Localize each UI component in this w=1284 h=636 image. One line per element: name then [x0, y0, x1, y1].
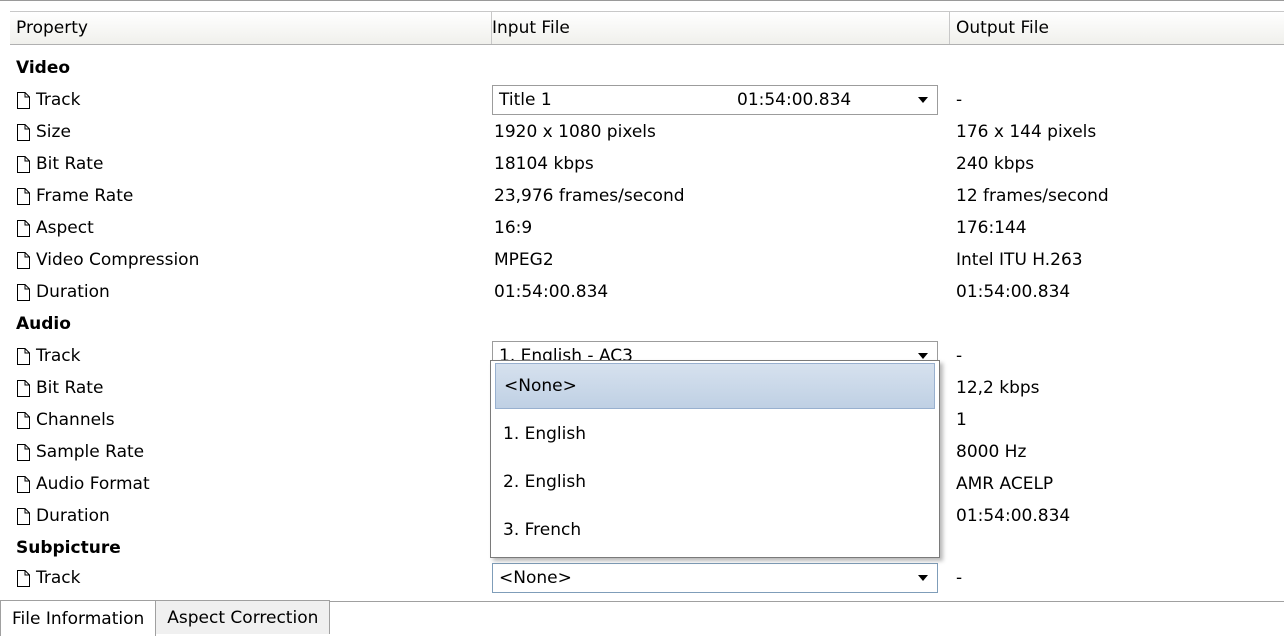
document-icon — [16, 220, 30, 237]
video-framerate-row: Frame Rate 23,976 frames/second 12 frame… — [10, 180, 1284, 212]
document-icon — [16, 508, 30, 525]
column-output-file[interactable]: Output File — [950, 12, 1284, 44]
column-header: Property Input File Output File — [10, 11, 1284, 45]
property-label: Aspect — [36, 218, 94, 238]
video-track-combo[interactable]: Title 1 01:54:00.834 — [492, 85, 938, 115]
property-label: Bit Rate — [36, 154, 104, 174]
document-icon — [16, 412, 30, 429]
output-value: 176:144 — [956, 218, 1027, 238]
section-subpicture-label: Subpicture — [16, 538, 121, 558]
output-value: - — [956, 346, 963, 366]
dropdown-arrow-icon[interactable] — [909, 86, 937, 114]
tab-aspect-correction[interactable]: Aspect Correction — [155, 600, 331, 634]
document-icon — [16, 348, 30, 365]
column-property[interactable]: Property — [10, 12, 492, 44]
input-value: 23,976 frames/second — [494, 186, 685, 206]
tab-strip: File Information Aspect Correction — [0, 600, 331, 636]
output-value: 01:54:00.834 — [956, 506, 1071, 526]
document-icon — [16, 380, 30, 397]
video-aspect-row: Aspect 16:9 176:144 — [10, 212, 1284, 244]
property-label: Track — [36, 346, 81, 366]
section-video: Video — [10, 52, 1284, 84]
input-value: 16:9 — [494, 218, 533, 238]
section-audio-label: Audio — [16, 314, 71, 334]
dropdown-option-english-1[interactable]: 1. English — [495, 411, 935, 457]
output-value: 176 x 144 pixels — [956, 122, 1097, 142]
dropdown-option-none[interactable]: <None> — [495, 363, 935, 409]
input-value: MPEG2 — [494, 250, 554, 270]
document-icon — [16, 124, 30, 141]
property-label: Duration — [36, 506, 110, 526]
property-label: Duration — [36, 282, 110, 302]
video-track-row: Track Title 1 01:54:00.834 - — [10, 84, 1284, 116]
output-value: 1 — [956, 410, 967, 430]
video-track-time: 01:54:00.834 — [737, 90, 852, 110]
document-icon — [16, 444, 30, 461]
audio-track-dropdown-list: <None> 1. English 2. English 3. French — [490, 360, 940, 558]
document-icon — [16, 570, 30, 587]
property-label: Track — [36, 568, 81, 588]
property-label: Channels — [36, 410, 115, 430]
subpicture-track-combo[interactable]: <None> — [492, 563, 938, 593]
output-value: 01:54:00.834 — [956, 282, 1071, 302]
output-value: AMR ACELP — [956, 474, 1054, 494]
input-value: 18104 kbps — [494, 154, 594, 174]
input-value: 01:54:00.834 — [494, 282, 609, 302]
video-duration-row: Duration 01:54:00.834 01:54:00.834 — [10, 276, 1284, 308]
dropdown-arrow-icon[interactable] — [909, 564, 937, 592]
property-label: Track — [36, 90, 81, 110]
output-value: - — [956, 90, 963, 110]
output-value: 8000 Hz — [956, 442, 1027, 462]
video-bitrate-row: Bit Rate 18104 kbps 240 kbps — [10, 148, 1284, 180]
input-value: 1920 x 1080 pixels — [494, 122, 656, 142]
property-label: Bit Rate — [36, 378, 104, 398]
property-label: Size — [36, 122, 71, 142]
document-icon — [16, 476, 30, 493]
section-video-label: Video — [16, 58, 71, 78]
subpicture-track-value: <None> — [499, 568, 572, 588]
output-value: - — [956, 568, 963, 588]
property-label: Frame Rate — [36, 186, 134, 206]
dropdown-option-french[interactable]: 3. French — [495, 507, 935, 553]
document-icon — [16, 156, 30, 173]
output-value: 240 kbps — [956, 154, 1035, 174]
video-track-title: Title 1 — [499, 90, 552, 110]
video-size-row: Size 1920 x 1080 pixels 176 x 144 pixels — [10, 116, 1284, 148]
video-compression-row: Video Compression MPEG2 Intel ITU H.263 — [10, 244, 1284, 276]
document-icon — [16, 92, 30, 109]
dropdown-option-english-2[interactable]: 2. English — [495, 459, 935, 505]
document-icon — [16, 284, 30, 301]
property-label: Sample Rate — [36, 442, 145, 462]
property-label: Video Compression — [36, 250, 200, 270]
output-value: 12 frames/second — [956, 186, 1109, 206]
column-input-file[interactable]: Input File — [492, 12, 950, 44]
document-icon — [16, 188, 30, 205]
section-audio: Audio — [10, 308, 1284, 340]
output-value: 12,2 kbps — [956, 378, 1040, 398]
property-label: Audio Format — [36, 474, 150, 494]
document-icon — [16, 252, 30, 269]
subpicture-track-row: Track <None> - — [10, 562, 1284, 594]
output-value: Intel ITU H.263 — [956, 250, 1083, 270]
tab-file-information[interactable]: File Information — [0, 600, 157, 636]
